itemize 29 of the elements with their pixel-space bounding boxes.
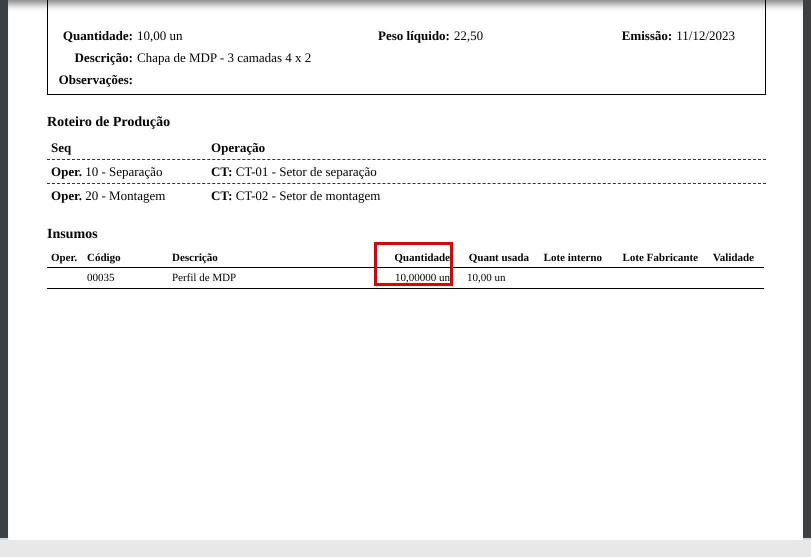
field-value: 10,00 un <box>137 28 182 44</box>
field-label: Quantidade: <box>62 28 133 44</box>
table-cell-text: Oper. 20 - Montagem <box>50 188 166 204</box>
field-value: 11/12/2023 <box>676 28 735 44</box>
column-header: Lote interno <box>542 252 603 264</box>
column-header: Oper. <box>50 252 78 264</box>
column-header: Lote Fabricante <box>622 252 699 264</box>
column-header: Quant usada <box>468 252 530 264</box>
table-cell-text: CT: CT-02 - Setor de montagem <box>210 188 380 204</box>
table-cell-text: Perfil de MDP <box>172 272 238 284</box>
table-cell-text: CT: CT-01 - Setor de separação <box>210 164 377 180</box>
table-cell-text: 00035 <box>87 272 116 284</box>
column-header: Operação <box>210 140 266 156</box>
column-header: Código <box>87 252 122 264</box>
table-cell-text: Oper. 10 - Separação <box>50 164 164 180</box>
field-value: Chapa de MDP - 3 camadas 4 x 2 <box>137 50 312 66</box>
section-title: Roteiro de Produção <box>47 115 172 131</box>
field-label: Emissão: <box>622 28 672 44</box>
field-value: 22,50 <box>454 28 484 43</box>
column-header: Quantidade <box>393 252 451 264</box>
field-label: Descrição: <box>74 50 133 66</box>
field-label: Observações: <box>58 72 133 88</box>
column-header: Descrição <box>172 252 219 264</box>
table-cell-text: 10,00 un <box>466 272 506 284</box>
column-header: Validade <box>712 252 754 264</box>
column-header: Seq <box>50 140 72 156</box>
section-title: Insumos <box>47 227 99 243</box>
field-label: Peso líquido: <box>378 28 450 43</box>
table-cell-text: 10,00000 un <box>394 272 451 284</box>
